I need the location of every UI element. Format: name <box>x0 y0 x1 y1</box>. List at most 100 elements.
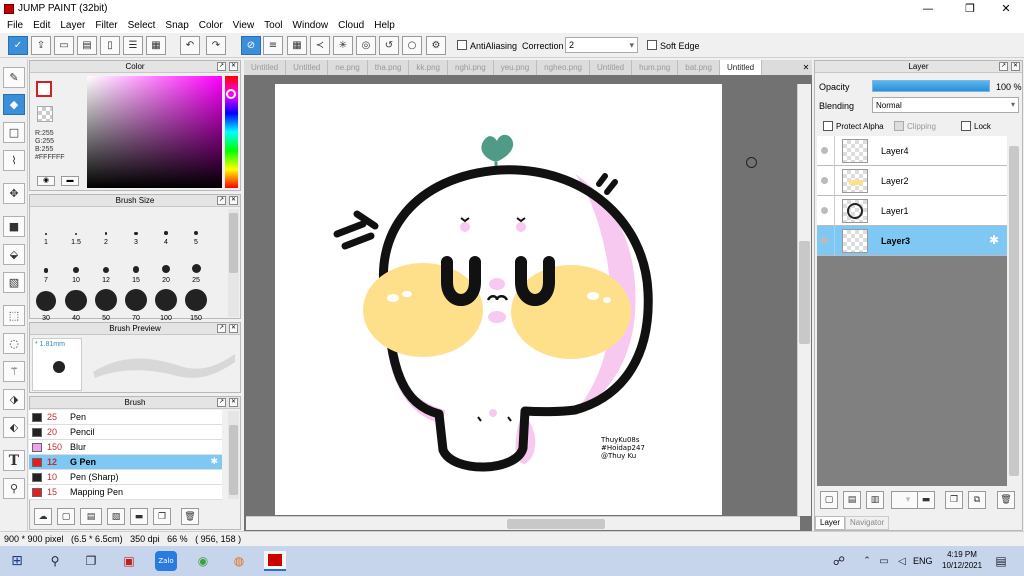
snap-crosshatch-icon[interactable]: ▦ <box>287 36 307 55</box>
tab-document[interactable]: ne.png <box>328 60 368 75</box>
fill-rect-icon[interactable]: ■ <box>3 216 25 237</box>
app-store-icon[interactable]: ▣ <box>118 551 140 571</box>
select-eraser-icon[interactable]: ⬖ <box>3 417 25 438</box>
select-tool-icon[interactable]: ⬚ <box>3 305 25 326</box>
message-icon[interactable]: ▤ <box>77 36 97 55</box>
language-indicator[interactable]: ENG <box>913 556 933 566</box>
snap-parallel-icon[interactable]: ≡ <box>263 36 283 55</box>
notification-icon[interactable]: ▤ <box>990 551 1012 571</box>
snap-off-icon[interactable]: ⊘ <box>241 36 261 55</box>
browser-icon[interactable]: ◍ <box>228 551 250 571</box>
move-tool-icon[interactable]: ✥ <box>3 183 25 204</box>
layer-row-layer4[interactable]: Layer4 <box>817 136 1007 166</box>
duplicate-layer-icon[interactable]: ❐ <box>945 491 963 509</box>
delete-layer-icon[interactable]: 🗑 <box>997 491 1015 509</box>
tab-layer[interactable]: Layer <box>815 516 846 530</box>
panel-close-icon[interactable]: ✕ <box>229 324 238 333</box>
cloud-sync-icon[interactable]: ✓ <box>8 36 28 55</box>
panel-float-icon[interactable]: ↗ <box>217 398 226 407</box>
comment-icon[interactable]: ▭ <box>54 36 74 55</box>
redo-icon[interactable]: ↷ <box>206 36 226 55</box>
canvas-horizontal-scrollbar[interactable] <box>246 516 800 530</box>
brush-size-option[interactable]: 40 <box>61 284 91 322</box>
magic-wand-icon[interactable]: ⚚ <box>3 361 25 382</box>
brush-size-scroll-thumb[interactable] <box>229 213 238 273</box>
clipping-checkbox[interactable] <box>894 121 904 131</box>
brush-settings-gear-icon[interactable]: ✱ <box>210 455 218 469</box>
protect-alpha-checkbox[interactable] <box>823 121 833 131</box>
correction-select[interactable]: 2 ▾ <box>565 37 638 53</box>
menu-snap[interactable]: Snap <box>160 20 193 31</box>
brush-tool-icon[interactable]: ⌇ <box>3 150 25 171</box>
brush-size-option[interactable]: 1 <box>31 208 61 246</box>
panel-close-icon[interactable]: ✕ <box>1011 62 1020 71</box>
brush-list-scroll-thumb[interactable] <box>229 425 238 495</box>
menu-color[interactable]: Color <box>194 20 228 31</box>
canvas-vscroll-thumb[interactable] <box>799 241 810 344</box>
layer-visibility-icon[interactable] <box>821 177 828 184</box>
transparent-color-swatch[interactable] <box>37 106 53 122</box>
blending-select[interactable]: Normal ▾ <box>872 97 1019 113</box>
layer-folder-icon[interactable]: ▬ <box>917 491 935 509</box>
tab-document[interactable]: tha.png <box>368 60 410 75</box>
brush-size-option[interactable]: 5 <box>181 208 211 246</box>
jump-paint-taskbar-icon[interactable] <box>264 551 286 571</box>
soft-edge-checkbox[interactable] <box>647 40 657 50</box>
menu-tool[interactable]: Tool <box>259 20 287 31</box>
brush-size-option[interactable]: 15 <box>121 246 151 284</box>
pen-tool-icon[interactable]: ✎ <box>3 67 25 88</box>
brush-size-option[interactable]: 100 <box>151 284 181 322</box>
hue-slider[interactable] <box>225 76 238 188</box>
brush-size-option[interactable]: 20 <box>151 246 181 284</box>
undo-icon[interactable]: ↶ <box>180 36 200 55</box>
snap-settings-icon[interactable]: ⚙ <box>426 36 446 55</box>
brush-size-option[interactable]: 70 <box>121 284 151 322</box>
layer-visibility-icon[interactable] <box>821 237 828 244</box>
brush-delete-icon[interactable]: 🗑 <box>181 508 199 525</box>
menu-window[interactable]: Window <box>288 20 334 31</box>
tab-document[interactable]: ngheo.png <box>537 60 590 75</box>
brush-size-option[interactable]: 1.5 <box>61 208 91 246</box>
brush-size-option[interactable]: 50 <box>91 284 121 322</box>
task-view-icon[interactable]: ❐ <box>80 551 102 571</box>
canvas-hscroll-thumb[interactable] <box>507 519 605 529</box>
list-icon[interactable]: ☰ <box>123 36 143 55</box>
tab-document[interactable]: Untitled <box>590 60 633 75</box>
menu-view[interactable]: View <box>228 20 260 31</box>
brush-item[interactable]: 25 Pen <box>29 410 222 425</box>
bucket-tool-icon[interactable]: ⬙ <box>3 244 25 265</box>
brush-cloud-icon[interactable]: ☁ <box>34 508 52 525</box>
layer-visibility-icon[interactable] <box>821 147 828 154</box>
menu-help[interactable]: Help <box>369 20 400 31</box>
grid-icon[interactable]: ▦ <box>146 36 166 55</box>
panel-close-icon[interactable]: ✕ <box>229 196 238 205</box>
layer-row-layer1[interactable]: Layer1 <box>817 196 1007 226</box>
layer-row-layer2[interactable]: Layer2 <box>817 166 1007 196</box>
canvas-vertical-scrollbar[interactable] <box>797 84 811 516</box>
panel-float-icon[interactable]: ↗ <box>999 62 1008 71</box>
brush-import-icon[interactable]: ▤ <box>80 508 102 525</box>
menu-file[interactable]: File <box>2 20 28 31</box>
brush-size-option[interactable]: 2 <box>91 208 121 246</box>
eyedropper-tool-icon[interactable]: ⚲ <box>3 478 25 499</box>
menu-edit[interactable]: Edit <box>28 20 55 31</box>
tab-document[interactable]: kk.png <box>409 60 448 75</box>
eraser-tool-icon[interactable]: ◆ <box>3 94 25 115</box>
brush-size-option[interactable]: 12 <box>91 246 121 284</box>
tab-document[interactable]: Untitled <box>719 60 763 75</box>
menu-select[interactable]: Select <box>123 20 161 31</box>
brush-item[interactable]: 10 Pen (Sharp) <box>29 470 222 485</box>
brush-size-option[interactable]: 4 <box>151 208 181 246</box>
canvas-area[interactable]: ThuyKu08s #Hoidap247 @Thuy Ku <box>244 75 812 531</box>
panel-close-icon[interactable]: ✕ <box>229 398 238 407</box>
new-layer-icon[interactable]: ▢ <box>820 491 838 509</box>
color-picker-square[interactable] <box>87 76 222 188</box>
maximize-button[interactable]: ❐ <box>954 0 986 17</box>
brush-size-option[interactable]: 10 <box>61 246 91 284</box>
brush-item[interactable]: 15 Mapping Pen <box>29 485 222 500</box>
layer-row-layer3[interactable]: Layer3 ✱ <box>817 226 1007 256</box>
zalo-icon[interactable]: Zalo <box>155 551 177 571</box>
lasso-tool-icon[interactable]: ◌ <box>3 333 25 354</box>
brush-size-option[interactable]: 150 <box>181 284 211 322</box>
clock[interactable]: 4:19 PM 10/12/2021 <box>942 549 982 571</box>
